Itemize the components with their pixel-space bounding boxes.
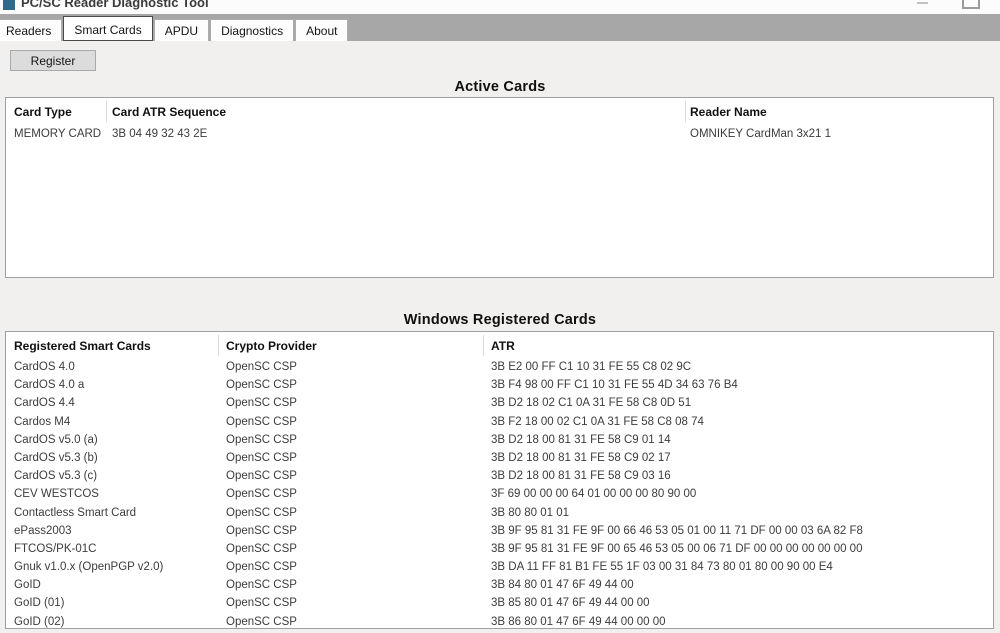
table-row[interactable]: CardOS v5.3 (b) OpenSC CSP 3B D2 18 00 81 …: [6, 450, 993, 468]
column-separator: [218, 335, 219, 356]
column-header-atr[interactable]: ATR: [491, 339, 515, 353]
column-header-registered-smart-cards[interactable]: Registered Smart Cards: [14, 339, 151, 353]
table-row[interactable]: Gnuk v1.0.x (OpenPGP v2.0) OpenSC CSP 3B D…: [6, 559, 993, 577]
tab-apdu[interactable]: APDU: [153, 19, 210, 41]
tab-strip: Readers Smart Cards APDU Diagnostics About: [0, 14, 1000, 41]
tab-about[interactable]: About: [295, 19, 349, 41]
table-row[interactable]: CardOS v5.0 (a) OpenSC CSP 3B D2 18 00 81 …: [6, 432, 993, 450]
card-name-cell: CardOS v5.3 (b): [14, 451, 98, 464]
registered-cards-title: Windows Registered Cards: [403, 312, 597, 328]
table-row[interactable]: FTCOS/PK-01C OpenSC CSP 3B 9F 95 81 31 FE …: [6, 541, 993, 559]
reader-name-cell: OMNIKEY CardMan 3x21 1: [690, 128, 832, 140]
title-bar: PC/SC Reader Diagnostic Tool: [0, 0, 1000, 14]
table-row[interactable]: CardOS v5.3 (c) OpenSC CSP 3B D2 18 00 81 …: [6, 468, 993, 486]
column-header-card-type[interactable]: Card Type: [14, 105, 72, 119]
crypto-provider-cell: OpenSC CSP: [226, 579, 297, 592]
card-name-cell: GoID (02): [14, 615, 65, 628]
crypto-provider-cell: OpenSC CSP: [226, 379, 297, 392]
crypto-provider-cell: OpenSC CSP: [226, 397, 297, 410]
register-button[interactable]: Register: [10, 50, 96, 71]
card-name-cell: FTCOS/PK-01C: [14, 542, 97, 555]
atr-cell: 3B F2 18 00 02 C1 0A 31 FE 58 C8 08 74: [491, 415, 704, 428]
card-name-cell: CardOS 4.0: [14, 361, 75, 373]
card-name-cell: CardOS v5.3 (c): [14, 470, 98, 483]
maximize-icon[interactable]: [962, 0, 980, 9]
crypto-provider-cell: OpenSC CSP: [226, 615, 297, 628]
tab-diagnostics[interactable]: Diagnostics: [210, 19, 295, 41]
atr-cell: 3B 84 80 01 47 6F 49 44 00: [491, 579, 634, 592]
active-cards-panel: Card Type Card ATR Sequence Reader Name ME…: [5, 97, 994, 278]
tab-smart-cards[interactable]: Smart Cards: [63, 16, 153, 41]
registered-cards-rows: CardOS 4.0 OpenSC CSP 3B E2 00 FF C1 10 31…: [6, 359, 993, 628]
table-row[interactable]: GoID OpenSC CSP 3B 84 80 01 47 6F 49 44 00: [6, 577, 993, 595]
app-icon: [3, 0, 15, 10]
window-title: PC/SC Reader Diagnostic Tool: [21, 0, 209, 10]
atr-cell: 3B D2 18 00 81 31 FE 58 C9 01 14: [491, 433, 671, 446]
column-separator: [685, 101, 686, 122]
active-cards-title: Active Cards: [454, 79, 546, 95]
table-row[interactable]: Contactless Smart Card OpenSC CSP 3B 80 80…: [6, 505, 993, 523]
atr-cell: 3B DA 11 FF 81 B1 FE 55 1F 03 00 31 84 7…: [491, 561, 833, 574]
registered-cards-panel: Registered Smart Cards Crypto Provider ATR…: [5, 331, 994, 629]
crypto-provider-cell: OpenSC CSP: [226, 433, 297, 446]
card-name-cell: Cardos M4: [14, 415, 71, 428]
crypto-provider-cell: OpenSC CSP: [226, 451, 297, 464]
card-name-cell: CardOS 4.4: [14, 397, 75, 410]
crypto-provider-cell: OpenSC CSP: [226, 561, 297, 574]
registered-cards-header: Registered Smart Cards Crypto Provider ATR: [6, 332, 993, 358]
atr-cell: 3B 9F 95 81 31 FE 9F 00 66 46 53 05 01 0…: [491, 524, 863, 537]
card-name-cell: Contactless Smart Card: [14, 506, 137, 519]
table-row[interactable]: GoID (01) OpenSC CSP 3B 85 80 01 47 6F 49 …: [6, 595, 993, 613]
minimize-icon[interactable]: [917, 2, 928, 4]
atr-cell: 3B E2 00 FF C1 10 31 FE 55 C8 02 9C: [491, 361, 692, 373]
atr-cell: 3B F4 98 00 FF C1 10 31 FE 55 4D 34 63 7…: [491, 379, 738, 392]
card-name-cell: CardOS v5.0 (a): [14, 433, 98, 446]
crypto-provider-cell: OpenSC CSP: [226, 361, 297, 373]
column-header-crypto-provider[interactable]: Crypto Provider: [226, 339, 317, 353]
crypto-provider-cell: OpenSC CSP: [226, 506, 297, 519]
atr-cell: 3B 85 80 01 47 6F 49 44 00 00: [491, 597, 650, 610]
atr-cell: 3B 80 80 01 01: [491, 506, 570, 519]
active-cards-rows: MEMORY CARD 3B 04 49 32 43 2E OMNIKEY Card…: [6, 126, 993, 144]
card-name-cell: Gnuk v1.0.x (OpenPGP v2.0): [14, 561, 164, 574]
card-name-cell: GoID: [14, 579, 41, 592]
column-separator: [483, 335, 484, 356]
card-type-cell: MEMORY CARD: [14, 128, 102, 140]
table-row[interactable]: MEMORY CARD 3B 04 49 32 43 2E OMNIKEY Card…: [6, 126, 993, 144]
table-row[interactable]: CEV WESTCOS OpenSC CSP 3F 69 00 00 00 64 0…: [6, 486, 993, 504]
crypto-provider-cell: OpenSC CSP: [226, 488, 297, 501]
crypto-provider-cell: OpenSC CSP: [226, 415, 297, 428]
atr-cell: 3B D2 18 02 C1 0A 31 FE 58 C8 0D 51: [491, 397, 692, 410]
table-row[interactable]: GoID (02) OpenSC CSP 3B 86 80 01 47 6F 49 …: [6, 614, 993, 628]
crypto-provider-cell: OpenSC CSP: [226, 524, 297, 537]
card-atr-cell: 3B 04 49 32 43 2E: [112, 128, 208, 140]
tab-readers[interactable]: Readers: [0, 19, 63, 41]
table-row[interactable]: CardOS 4.0 a OpenSC CSP 3B F4 98 00 FF C1 …: [6, 377, 993, 395]
card-name-cell: CardOS 4.0 a: [14, 379, 85, 392]
atr-cell: 3B 86 80 01 47 6F 49 44 00 00 00: [491, 615, 666, 628]
column-header-reader-name[interactable]: Reader Name: [690, 105, 767, 119]
active-cards-header: Card Type Card ATR Sequence Reader Name: [6, 98, 993, 124]
atr-cell: 3B 9F 95 81 31 FE 9F 00 65 46 53 05 00 0…: [491, 542, 863, 555]
crypto-provider-cell: OpenSC CSP: [226, 597, 297, 610]
crypto-provider-cell: OpenSC CSP: [226, 542, 297, 555]
atr-cell: 3B D2 18 00 81 31 FE 58 C9 02 17: [491, 451, 671, 464]
atr-cell: 3B D2 18 00 81 31 FE 58 C9 03 16: [491, 470, 671, 483]
table-row[interactable]: CardOS 4.4 OpenSC CSP 3B D2 18 02 C1 0A 31…: [6, 395, 993, 413]
card-name-cell: GoID (01): [14, 597, 65, 610]
atr-cell: 3F 69 00 00 00 64 01 00 00 00 80 90 00: [491, 488, 697, 501]
card-name-cell: CEV WESTCOS: [14, 488, 99, 501]
crypto-provider-cell: OpenSC CSP: [226, 470, 297, 483]
column-separator: [106, 101, 107, 122]
column-header-card-atr-sequence[interactable]: Card ATR Sequence: [112, 105, 226, 119]
card-name-cell: ePass2003: [14, 524, 72, 537]
table-row[interactable]: ePass2003 OpenSC CSP 3B 9F 95 81 31 FE 9F …: [6, 523, 993, 541]
table-row[interactable]: CardOS 4.0 OpenSC CSP 3B E2 00 FF C1 10 31…: [6, 359, 993, 377]
table-row[interactable]: Cardos M4 OpenSC CSP 3B F2 18 00 02 C1 0A …: [6, 414, 993, 432]
